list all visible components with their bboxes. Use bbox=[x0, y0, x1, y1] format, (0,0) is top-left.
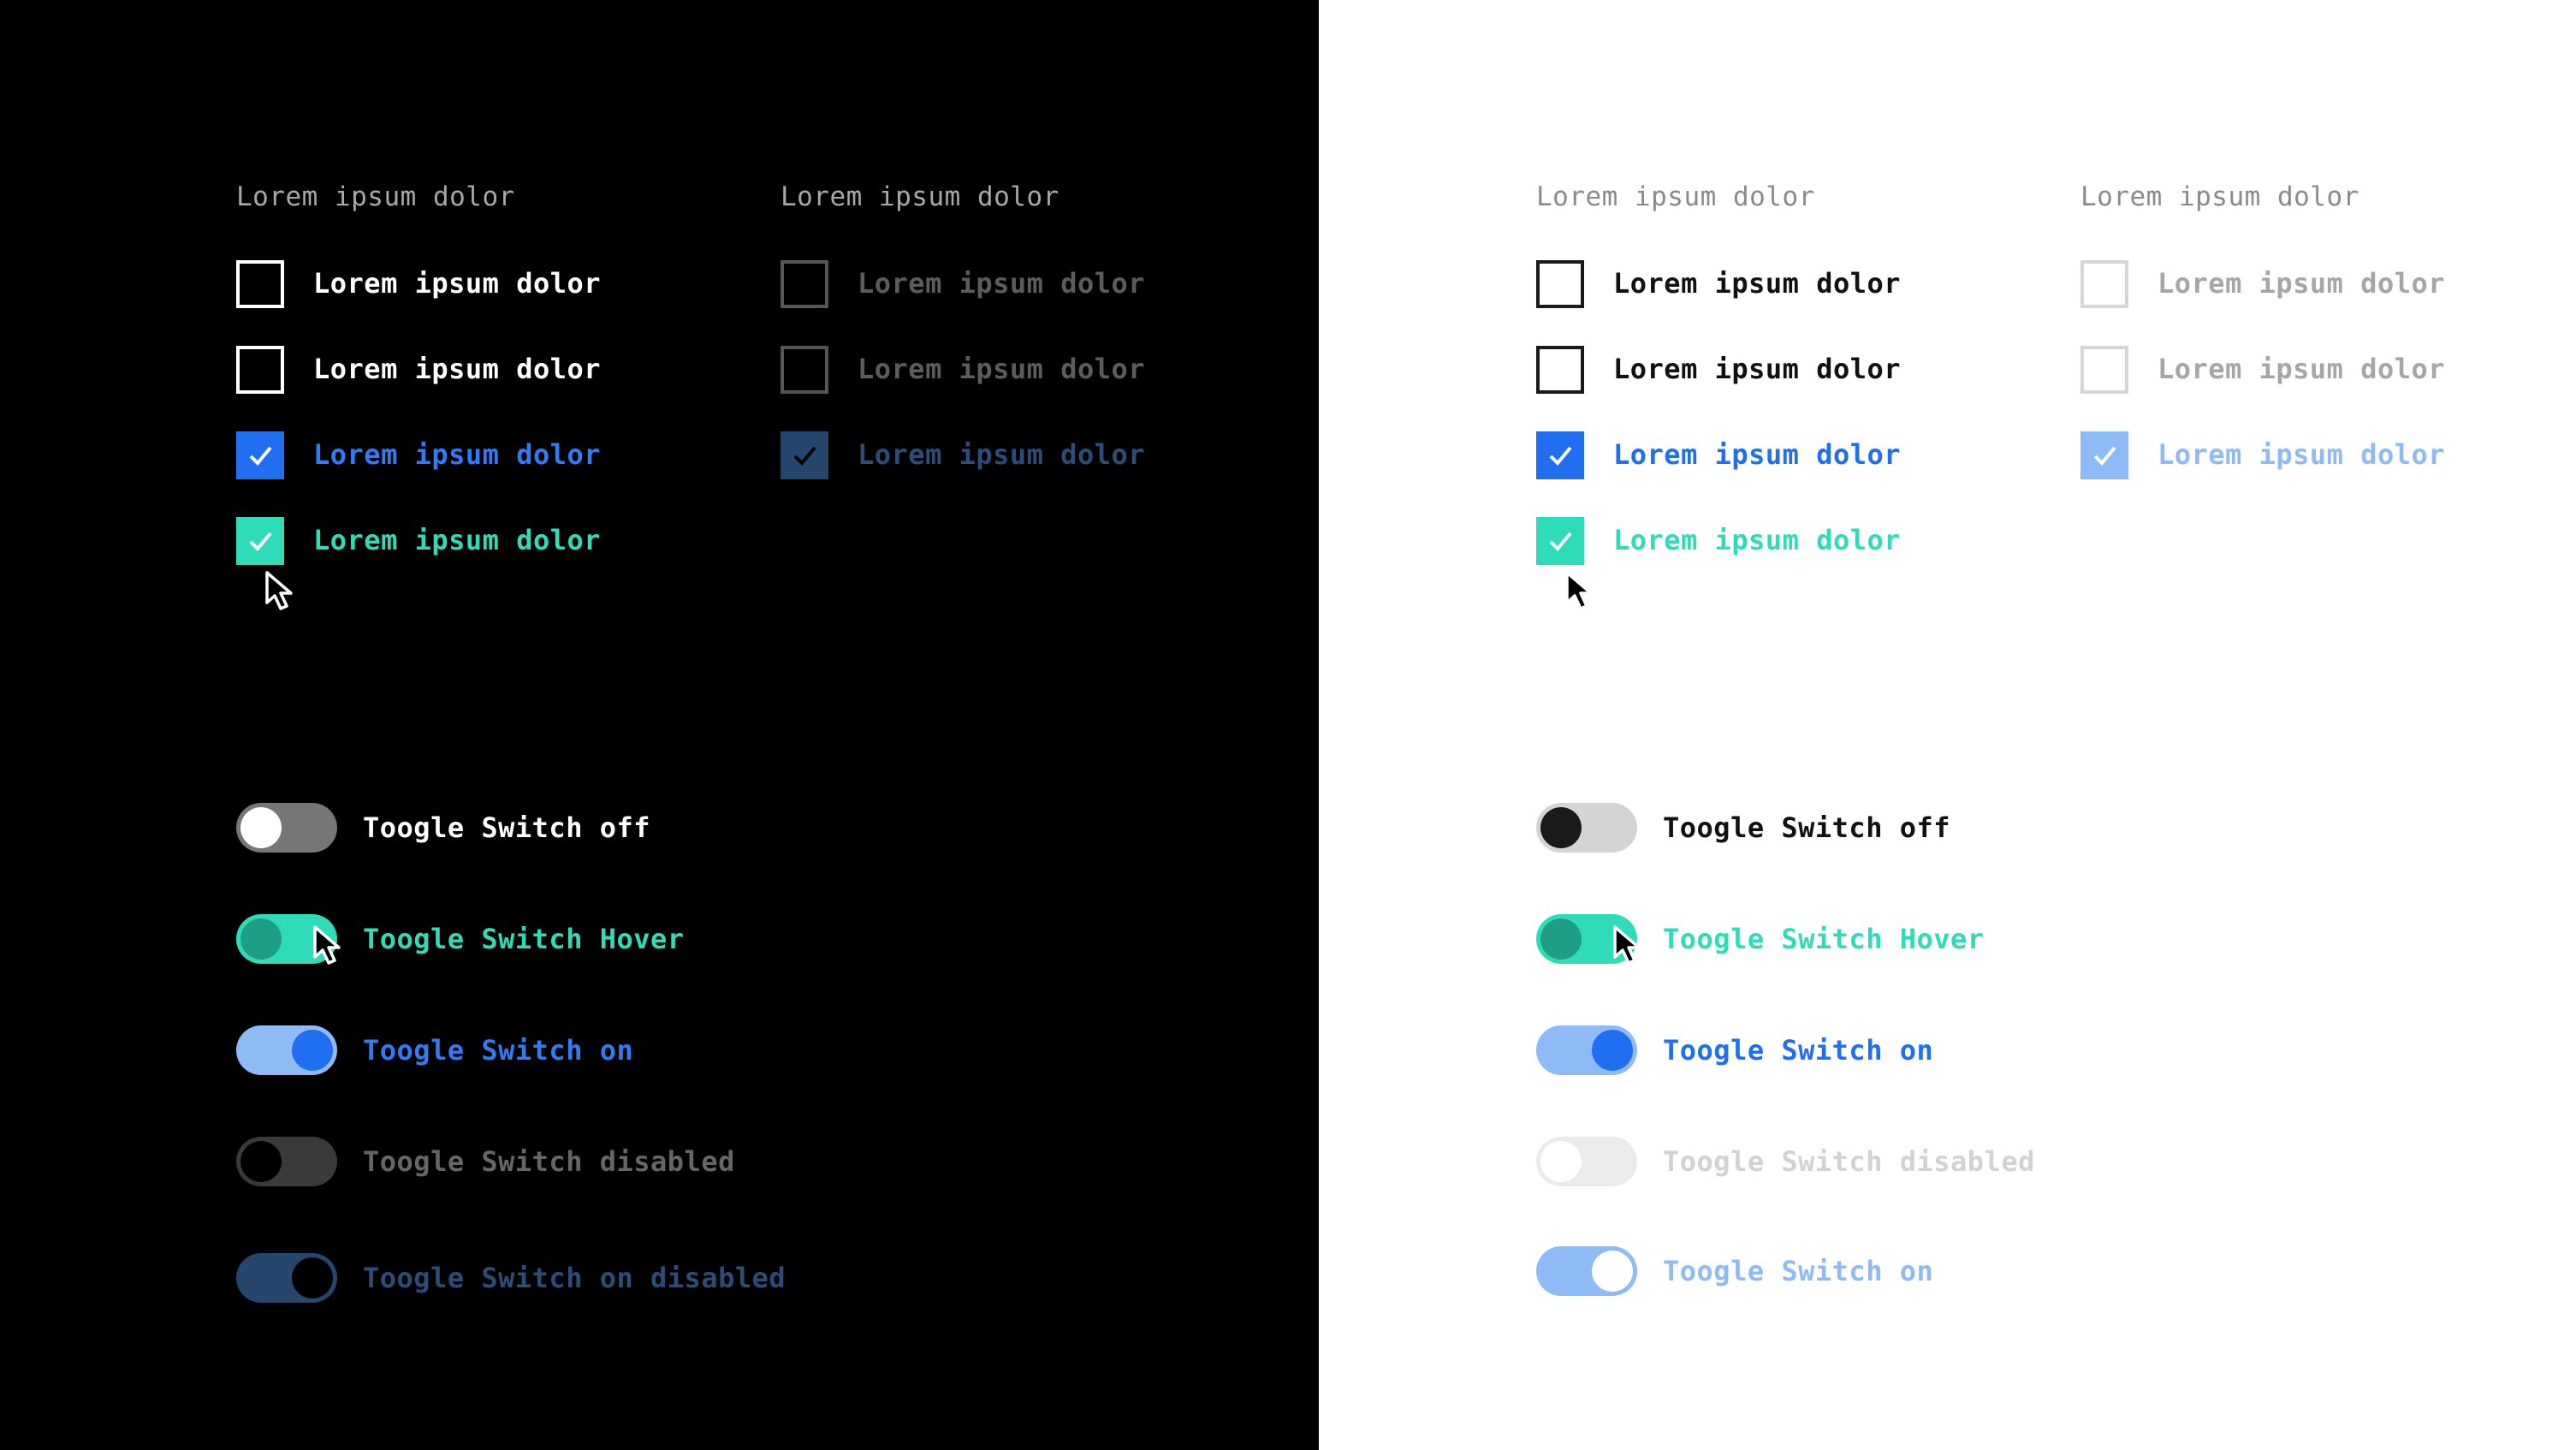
toggle-knob bbox=[1540, 918, 1582, 960]
group-header: Lorem ipsum dolor bbox=[781, 181, 1059, 212]
group-header: Lorem ipsum dolor bbox=[2080, 181, 2359, 212]
check-icon bbox=[1549, 532, 1572, 551]
checkbox-box bbox=[2080, 260, 2128, 308]
group-header: Lorem ipsum dolor bbox=[236, 181, 515, 212]
toggle-label: Toogle Switch on bbox=[363, 1034, 634, 1067]
checkbox-label: Lorem ipsum dolor bbox=[313, 267, 602, 300]
checkbox-box bbox=[781, 260, 828, 308]
toggle-group: Toogle Switch off Toogle Switch Hover To… bbox=[236, 803, 1092, 1316]
toggle-group: Toogle Switch off Toogle Switch Hover To… bbox=[1536, 803, 2392, 1316]
checkbox-label: Lorem ipsum dolor bbox=[1613, 353, 1902, 385]
checkbox-label: Lorem ipsum dolor bbox=[313, 353, 602, 385]
check-icon bbox=[249, 446, 272, 466]
checkbox-label: Lorem ipsum dolor bbox=[1613, 524, 1902, 556]
toggle-knob bbox=[240, 1141, 282, 1182]
check-icon bbox=[2093, 446, 2116, 466]
checkbox-box[interactable] bbox=[236, 346, 284, 394]
cursor-arrow-icon bbox=[1611, 924, 1647, 966]
toggle-label: Toogle Switch disabled bbox=[1663, 1145, 2035, 1178]
toggle-knob bbox=[240, 918, 282, 960]
toggle-label: Toogle Switch off bbox=[1663, 811, 1951, 844]
checkbox-label: Lorem ipsum dolor bbox=[313, 524, 602, 556]
toggle-label: Toogle Switch Hover bbox=[363, 923, 685, 955]
dark-theme-panel: Lorem ipsum dolor Lorem ipsum dolor Lore… bbox=[0, 0, 1319, 1450]
toggle-track bbox=[236, 1253, 337, 1303]
checkbox-group-disabled: Lorem ipsum dolor Lorem ipsum dolor Lore… bbox=[781, 181, 1260, 507]
toggle-knob bbox=[1540, 1141, 1582, 1182]
checkbox-box[interactable] bbox=[1536, 517, 1584, 565]
checkbox-box bbox=[2080, 431, 2128, 479]
checkbox-group-enabled: Lorem ipsum dolor Lorem ipsum dolor Lore… bbox=[236, 181, 715, 610]
toggle-knob bbox=[240, 807, 282, 848]
toggle-track bbox=[1536, 1246, 1637, 1296]
toggle-label: Toogle Switch on bbox=[1663, 1255, 1934, 1287]
toggle-track bbox=[236, 1137, 337, 1186]
cursor-arrow-icon bbox=[264, 570, 300, 611]
checkbox-box[interactable] bbox=[236, 517, 284, 565]
toggle-knob bbox=[292, 1030, 333, 1071]
checkbox-box[interactable] bbox=[1536, 260, 1584, 308]
cursor-arrow-icon bbox=[312, 924, 347, 966]
toggle-track[interactable] bbox=[1536, 803, 1637, 853]
toggle-knob bbox=[1540, 807, 1582, 848]
checkbox-box[interactable] bbox=[236, 431, 284, 479]
checkbox-box bbox=[2080, 346, 2128, 394]
toggle-track[interactable] bbox=[236, 1025, 337, 1075]
checkbox-label: Lorem ipsum dolor bbox=[858, 438, 1146, 471]
checkbox-label: Lorem ipsum dolor bbox=[1613, 267, 1902, 300]
checkbox-box bbox=[781, 346, 828, 394]
checkbox-label: Lorem ipsum dolor bbox=[858, 267, 1146, 300]
toggle-track bbox=[1536, 1137, 1637, 1186]
checkbox-label: Lorem ipsum dolor bbox=[2158, 353, 2446, 385]
checkbox-label: Lorem ipsum dolor bbox=[858, 353, 1146, 385]
toggle-track[interactable] bbox=[1536, 1025, 1637, 1075]
toggle-track[interactable] bbox=[236, 803, 337, 853]
toggle-knob bbox=[292, 1257, 333, 1298]
cursor-arrow-icon bbox=[1564, 570, 1600, 611]
checkbox-label: Lorem ipsum dolor bbox=[1613, 438, 1902, 471]
checkbox-label: Lorem ipsum dolor bbox=[2158, 267, 2446, 300]
checkbox-group-disabled: Lorem ipsum dolor Lorem ipsum dolor Lore… bbox=[2080, 181, 2560, 507]
group-header: Lorem ipsum dolor bbox=[1536, 181, 1815, 212]
light-theme-panel: Lorem ipsum dolor Lorem ipsum dolor Lore… bbox=[1319, 0, 2576, 1450]
check-icon bbox=[249, 532, 272, 551]
toggle-label: Toogle Switch disabled bbox=[363, 1145, 735, 1178]
checkbox-label: Lorem ipsum dolor bbox=[313, 438, 602, 471]
checkbox-box[interactable] bbox=[1536, 346, 1584, 394]
checkbox-box[interactable] bbox=[236, 260, 284, 308]
checkbox-box bbox=[781, 431, 828, 479]
toggle-label: Toogle Switch on bbox=[1663, 1034, 1934, 1067]
checkbox-label: Lorem ipsum dolor bbox=[2158, 438, 2446, 471]
toggle-label: Toogle Switch Hover bbox=[1663, 923, 1985, 955]
check-icon bbox=[1549, 446, 1572, 466]
checkbox-group-enabled: Lorem ipsum dolor Lorem ipsum dolor Lore… bbox=[1536, 181, 2015, 610]
check-icon bbox=[793, 446, 816, 466]
toggle-label: Toogle Switch off bbox=[363, 811, 651, 844]
checkbox-box[interactable] bbox=[1536, 431, 1584, 479]
toggle-knob bbox=[1592, 1030, 1633, 1071]
toggle-label: Toogle Switch on disabled bbox=[363, 1262, 786, 1294]
toggle-knob bbox=[1592, 1251, 1633, 1292]
